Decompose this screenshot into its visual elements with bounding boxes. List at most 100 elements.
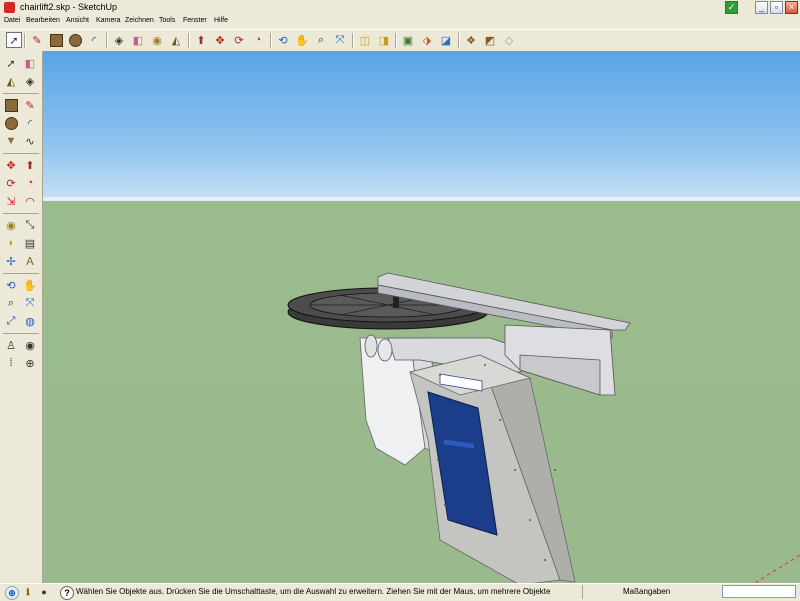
measurements-label: Maßangaben bbox=[623, 587, 671, 596]
next-view-icon[interactable]: ◨ bbox=[376, 32, 392, 48]
protractor-tool-icon[interactable]: ◗ bbox=[3, 235, 19, 251]
scale-tool-icon[interactable]: ⇲ bbox=[3, 193, 19, 209]
previous-view-icon[interactable]: ◍ bbox=[22, 313, 38, 329]
menu-kamera[interactable]: Kamera bbox=[96, 17, 121, 24]
styles-icon[interactable]: ◇ bbox=[501, 32, 517, 48]
get-models-icon[interactable]: ▣ bbox=[400, 32, 416, 48]
line-tool-icon[interactable]: ✎ bbox=[22, 97, 38, 113]
zoom-tool-icon[interactable]: ⌕ bbox=[3, 295, 19, 311]
status-message: Wählen Sie Objekte aus. Drücken Sie die … bbox=[76, 587, 551, 596]
menu-fenster[interactable]: Fenster bbox=[183, 17, 207, 24]
toolbar-separator bbox=[188, 33, 190, 48]
maximize-button[interactable]: ▫ bbox=[770, 1, 783, 14]
motor-cylinder-1 bbox=[364, 334, 378, 358]
user-icon[interactable]: ● bbox=[38, 586, 50, 598]
materials-icon[interactable]: ◩ bbox=[482, 32, 498, 48]
tape-measure-icon[interactable]: ◉ bbox=[149, 32, 165, 48]
close-button[interactable]: × bbox=[785, 1, 798, 14]
circle-tool-icon[interactable] bbox=[3, 115, 19, 131]
geo-location-icon[interactable]: ⊕ bbox=[5, 586, 19, 600]
paint-bucket-icon[interactable]: ◭ bbox=[168, 32, 184, 48]
position-camera-icon[interactable]: ♙ bbox=[3, 337, 19, 353]
axes-tool-icon[interactable]: ✢ bbox=[3, 253, 19, 269]
walk-tool-icon[interactable]: ⁞ bbox=[3, 355, 19, 371]
measurements-input[interactable] bbox=[722, 585, 796, 598]
push-pull-tool-icon[interactable]: ⬆ bbox=[193, 32, 209, 48]
menu-ansicht[interactable]: Ansicht bbox=[66, 17, 89, 24]
dimension-tool-icon[interactable]: ⤡ bbox=[22, 217, 38, 233]
menu-datei[interactable]: Datei bbox=[4, 17, 20, 24]
wheel-hub bbox=[393, 296, 399, 308]
tape-measure-icon[interactable]: ◉ bbox=[3, 217, 19, 233]
chairlift-model bbox=[287, 272, 800, 583]
previous-view-icon[interactable]: ◫ bbox=[357, 32, 373, 48]
freehand-tool-icon[interactable]: ∿ bbox=[22, 133, 38, 149]
title-bar: chairlift2.skp - SketchUp ✓ _ ▫ × bbox=[0, 0, 800, 17]
toolbar-separator bbox=[3, 93, 39, 94]
orbit-tool-icon[interactable]: ⟲ bbox=[3, 277, 19, 293]
components-icon[interactable]: ❖ bbox=[463, 32, 479, 48]
rotate-tool-icon[interactable]: ⟳ bbox=[231, 32, 247, 48]
make-component-icon[interactable]: ◈ bbox=[22, 73, 38, 89]
eraser-tool-icon[interactable]: ◧ bbox=[22, 55, 38, 71]
status-bar: ⊕ ℹ ● ? Wählen Sie Objekte aus. Drücken … bbox=[0, 583, 800, 601]
toolbar-separator bbox=[3, 153, 39, 154]
toolbar-separator bbox=[106, 33, 108, 48]
measurements-box: Maßangaben bbox=[582, 585, 723, 599]
minimize-button[interactable]: _ bbox=[755, 1, 768, 14]
orbit-tool-icon[interactable]: ⟲ bbox=[275, 32, 291, 48]
toolbar-separator bbox=[395, 33, 397, 48]
text-tool-icon[interactable]: ▤ bbox=[22, 235, 38, 251]
motor-cylinder-2 bbox=[377, 338, 393, 362]
menu-tools[interactable]: Tools bbox=[159, 17, 175, 24]
credits-icon[interactable]: ℹ bbox=[22, 586, 34, 598]
arc-tool-icon[interactable]: ◜ bbox=[22, 115, 38, 131]
select-tool-icon[interactable]: ➚ bbox=[6, 32, 22, 48]
look-around-icon[interactable]: ◉ bbox=[22, 337, 38, 353]
rotate-tool-icon[interactable]: ⟳ bbox=[3, 175, 19, 191]
follow-me-tool-icon[interactable]: ◔ bbox=[22, 175, 38, 191]
main-toolbar: ➚ ✎ ◜ ◈ ◧ ◉ ◭ ⬆ ✥ ⟳ ◔ ⟲ ✋ ⌕ ⤧ ◫ ◨ ▣ ⬗ ◪ … bbox=[0, 29, 800, 52]
zoom-tool-icon[interactable]: ⌕ bbox=[313, 32, 329, 48]
offset-tool-icon[interactable]: ◠ bbox=[22, 193, 38, 209]
large-tool-set: ➚ ◧ ◭ ◈ ✎ ◜ ▼ ∿ ✥ ⬆ ⟳ ◔ ⇲ ◠ ◉ ⤡ ◗ ▤ ✢ Ａ … bbox=[0, 51, 43, 583]
toolbar-separator bbox=[3, 333, 39, 334]
toolbar-separator bbox=[270, 33, 272, 48]
section-plane-icon[interactable]: ⊕ bbox=[22, 355, 38, 371]
help-icon[interactable]: ? bbox=[60, 586, 74, 600]
share-model-icon[interactable]: ⬗ bbox=[419, 32, 435, 48]
red-axis-line bbox=[754, 554, 800, 583]
arc-tool-icon[interactable]: ◜ bbox=[86, 32, 102, 48]
pan-tool-icon[interactable]: ✋ bbox=[294, 32, 310, 48]
window-title: chairlift2.skp - SketchUp bbox=[20, 2, 118, 12]
select-tool-icon[interactable]: ➚ bbox=[3, 55, 19, 71]
zoom-window-icon[interactable]: ⤧ bbox=[22, 295, 38, 311]
move-tool-icon[interactable]: ✥ bbox=[3, 157, 19, 173]
follow-me-tool-icon[interactable]: ◔ bbox=[250, 32, 266, 48]
sketchup-app-icon bbox=[4, 2, 15, 13]
toolbar-separator bbox=[3, 213, 39, 214]
toolbar-separator bbox=[24, 33, 26, 48]
toolbar-separator bbox=[458, 33, 460, 48]
move-tool-icon[interactable]: ✥ bbox=[212, 32, 228, 48]
push-pull-tool-icon[interactable]: ⬆ bbox=[22, 157, 38, 173]
drawing-viewport[interactable] bbox=[43, 51, 800, 583]
menu-zeichnen[interactable]: Zeichnen bbox=[125, 17, 154, 24]
pan-tool-icon[interactable]: ✋ bbox=[22, 277, 38, 293]
place-model-icon[interactable]: ◪ bbox=[438, 32, 454, 48]
3d-text-tool-icon[interactable]: Ａ bbox=[22, 253, 38, 269]
menu-bearbeiten[interactable]: Bearbeiten bbox=[26, 17, 60, 24]
extension-status-icon[interactable]: ✓ bbox=[725, 1, 738, 14]
rectangle-tool-icon[interactable] bbox=[3, 97, 19, 113]
paint-bucket-icon[interactable]: ◭ bbox=[3, 73, 19, 89]
zoom-extents-icon[interactable]: ⤧ bbox=[332, 32, 348, 48]
eraser-tool-icon[interactable]: ◧ bbox=[130, 32, 146, 48]
zoom-extents-icon[interactable]: ⤢ bbox=[3, 313, 19, 329]
polygon-tool-icon[interactable]: ▼ bbox=[3, 133, 19, 149]
rectangle-tool-icon[interactable] bbox=[48, 32, 64, 48]
menu-hilfe[interactable]: Hilfe bbox=[214, 17, 228, 24]
line-tool-icon[interactable]: ✎ bbox=[29, 32, 45, 48]
menu-bar: Datei Bearbeiten Ansicht Kamera Zeichnen… bbox=[0, 16, 800, 29]
make-component-icon[interactable]: ◈ bbox=[111, 32, 127, 48]
circle-tool-icon[interactable] bbox=[67, 32, 83, 48]
